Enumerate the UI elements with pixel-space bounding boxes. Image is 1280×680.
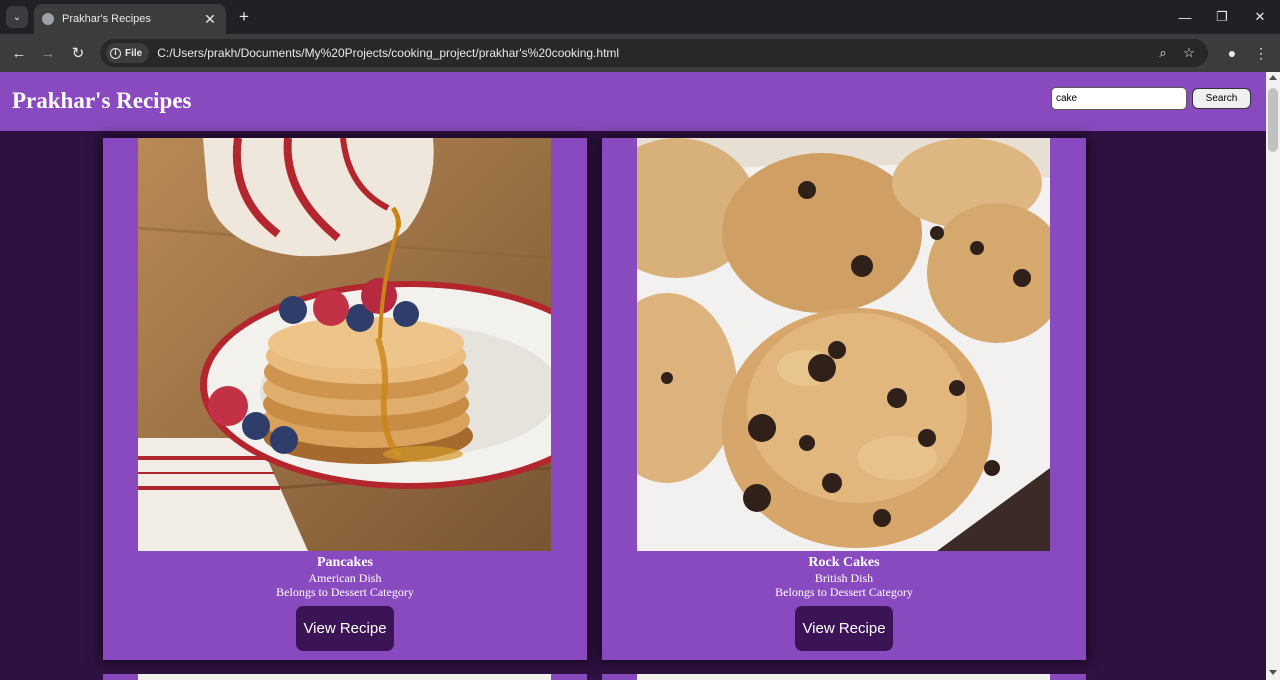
site-header: Prakhar's Recipes Search <box>0 72 1266 131</box>
scroll-down-arrow-icon[interactable] <box>1269 670 1277 675</box>
zoom-icon[interactable]: ⌕ <box>1154 44 1172 62</box>
plus-icon[interactable]: + <box>234 7 254 27</box>
recipe-image-partial <box>138 674 551 680</box>
recipe-card-partial <box>103 674 587 680</box>
star-icon[interactable]: ☆ <box>1180 44 1198 62</box>
restore-icon[interactable]: ❐ <box>1208 6 1236 28</box>
recipe-image-partial <box>637 674 1050 680</box>
view-recipe-button[interactable]: View Recipe <box>795 606 893 651</box>
recipe-card-pancakes: Pancakes American Dish Belongs to Desser… <box>103 138 587 660</box>
minimize-icon[interactable]: — <box>1171 6 1199 28</box>
recipe-card-partial <box>602 674 1086 680</box>
tab-title: Prakhar's Recipes <box>62 13 151 25</box>
tab-list-icon[interactable]: ⌄ <box>6 6 28 28</box>
forward-arrow-icon[interactable]: → <box>37 42 59 64</box>
window-close-icon[interactable]: ✕ <box>1246 6 1274 28</box>
recipe-name: Pancakes <box>317 555 373 570</box>
view-recipe-button[interactable]: View Recipe <box>296 606 394 651</box>
reload-icon[interactable]: ↻ <box>67 42 89 64</box>
recipe-image-rock-cakes <box>637 138 1050 551</box>
url-chip-label: File <box>125 47 143 59</box>
page-viewport: Prakhar's Recipes Search <box>0 72 1266 680</box>
recipe-area: British Dish <box>814 571 874 585</box>
scroll-up-arrow-icon[interactable] <box>1269 75 1277 80</box>
back-arrow-icon[interactable]: ← <box>8 42 30 64</box>
site-info-chip[interactable]: i File <box>106 43 150 63</box>
url-text[interactable]: C:/Users/prakh/Documents/My%20Projects/c… <box>157 46 619 60</box>
page-scrollbar[interactable] <box>1266 72 1280 680</box>
profile-icon[interactable]: ● <box>1221 42 1243 64</box>
recipe-image-pancakes <box>138 138 551 551</box>
recipe-category: Belongs to Dessert Category <box>775 585 913 599</box>
page-title: Prakhar's Recipes <box>12 88 192 113</box>
info-icon: i <box>110 47 121 59</box>
scroll-thumb[interactable] <box>1268 88 1278 152</box>
browser-toolbar: ← → ↻ i File C:/Users/prakh/Documents/My… <box>0 34 1280 72</box>
recipe-area: American Dish <box>308 571 382 585</box>
address-bar[interactable]: i File C:/Users/prakh/Documents/My%20Pro… <box>100 39 1208 67</box>
search-button[interactable]: Search <box>1192 88 1251 109</box>
browser-tab-bar: ⌄ Prakhar's Recipes ✕ + — ❐ ✕ <box>0 0 1280 34</box>
favicon-globe-icon <box>42 13 54 25</box>
recipe-card-rock-cakes: Rock Cakes British Dish Belongs to Desse… <box>602 138 1086 660</box>
kebab-menu-icon[interactable]: ⋮ <box>1250 42 1272 64</box>
search-input[interactable] <box>1051 87 1187 110</box>
recipe-category: Belongs to Dessert Category <box>276 585 414 599</box>
recipe-name: Rock Cakes <box>808 555 880 570</box>
browser-tab[interactable]: Prakhar's Recipes ✕ <box>34 4 226 34</box>
close-icon[interactable]: ✕ <box>202 11 218 28</box>
